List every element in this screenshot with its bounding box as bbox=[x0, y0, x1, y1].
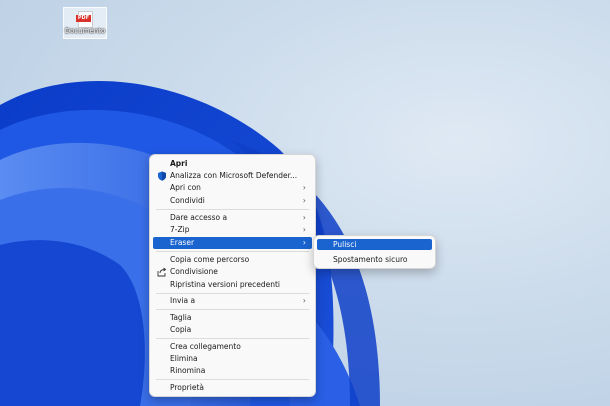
menu-item-copia[interactable]: Copia bbox=[153, 324, 312, 336]
menu-separator bbox=[156, 309, 309, 310]
chevron-right-icon: › bbox=[302, 183, 306, 192]
pdf-file-icon: PDF bbox=[76, 11, 93, 28]
submenu-item-pulisci[interactable]: Pulisci bbox=[317, 239, 432, 250]
desktop-file-label: Documento bbox=[64, 27, 106, 35]
menu-item-rinomina[interactable]: Rinomina bbox=[153, 365, 312, 377]
context-menu: Apri Analizza con Microsoft Defender... … bbox=[149, 154, 316, 397]
chevron-right-icon: › bbox=[302, 296, 306, 305]
chevron-right-icon: › bbox=[302, 225, 306, 234]
menu-separator bbox=[156, 293, 309, 294]
menu-item-apri-con[interactable]: Apri con › bbox=[153, 182, 312, 194]
menu-item-invia-a[interactable]: Invia a › bbox=[153, 295, 312, 307]
menu-item-elimina[interactable]: Elimina bbox=[153, 353, 312, 365]
menu-item-apri[interactable]: Apri bbox=[153, 158, 312, 170]
menu-item-defender[interactable]: Analizza con Microsoft Defender... bbox=[153, 170, 312, 182]
menu-item-7zip[interactable]: 7-Zip › bbox=[153, 224, 312, 236]
chevron-right-icon: › bbox=[302, 196, 306, 205]
chevron-right-icon: › bbox=[302, 238, 306, 247]
menu-item-ripristina[interactable]: Ripristina versioni precedenti bbox=[153, 279, 312, 291]
menu-item-eraser[interactable]: Eraser › bbox=[153, 237, 312, 249]
defender-shield-icon bbox=[158, 171, 166, 181]
menu-item-crea-collegamento[interactable]: Crea collegamento bbox=[153, 341, 312, 353]
menu-separator bbox=[156, 379, 309, 380]
menu-item-dare-accesso[interactable]: Dare accesso a › bbox=[153, 212, 312, 224]
menu-item-taglia[interactable]: Taglia bbox=[153, 312, 312, 324]
submenu-item-spostamento-sicuro[interactable]: Spostamento sicuro bbox=[317, 254, 432, 265]
pdf-badge: PDF bbox=[76, 15, 91, 22]
chevron-right-icon: › bbox=[302, 213, 306, 222]
eraser-submenu: Pulisci Spostamento sicuro bbox=[313, 235, 436, 269]
share-icon bbox=[157, 267, 167, 277]
menu-item-condividi[interactable]: Condividi › bbox=[153, 195, 312, 207]
menu-separator bbox=[156, 251, 309, 252]
menu-separator bbox=[156, 338, 309, 339]
menu-separator bbox=[156, 209, 309, 210]
menu-item-proprieta[interactable]: Proprietà bbox=[153, 382, 312, 394]
desktop-file-icon[interactable]: PDF Documento bbox=[63, 7, 107, 39]
menu-item-copia-percorso[interactable]: Copia come percorso bbox=[153, 254, 312, 266]
menu-item-condivisione[interactable]: Condivisione bbox=[153, 266, 312, 278]
